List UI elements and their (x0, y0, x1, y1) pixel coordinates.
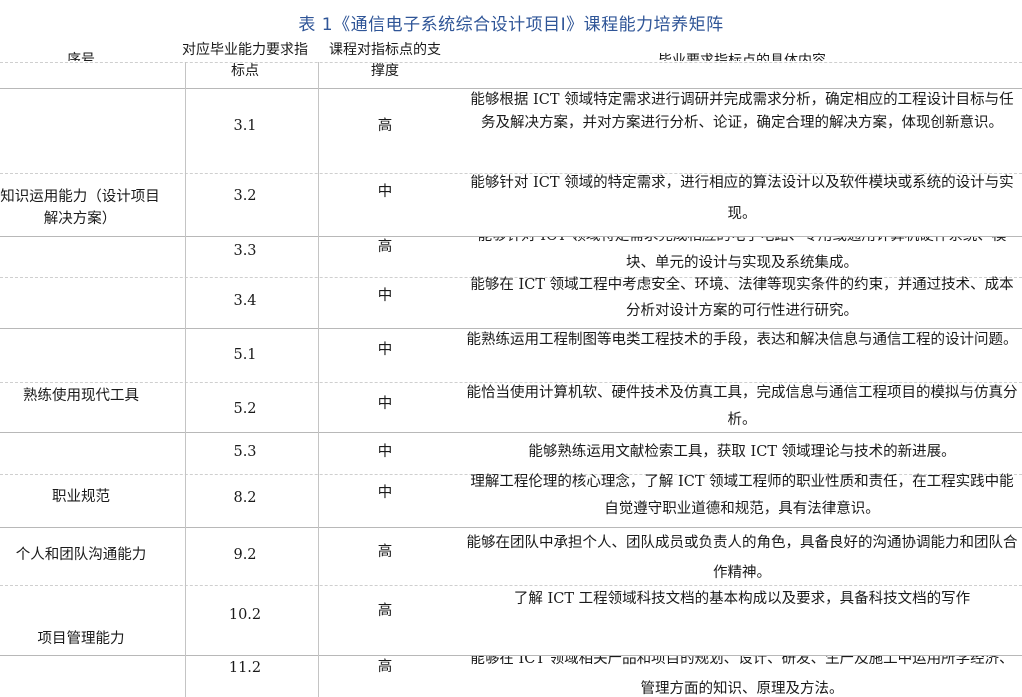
support-level: 中 (377, 184, 393, 200)
indicator-code: 3.1 (233, 118, 257, 134)
indicator-content: 能够熟练运用文献检索工具，获取 ICT 领域理论与技术的新进展。 (528, 444, 956, 460)
category-professional-norms: 职业规范 (52, 489, 110, 505)
support-level: 中 (377, 444, 393, 460)
category-modern-tools: 熟练使用现代工具 (23, 388, 139, 404)
indicator-code: 5.1 (233, 347, 257, 363)
indicator-code: 11.2 (228, 660, 262, 676)
header-index: 序号 (67, 52, 95, 61)
support-level: 高 (377, 118, 393, 134)
indicator-code: 9.2 (233, 547, 257, 563)
indicator-code: 5.2 (233, 401, 257, 417)
indicator-code: 3.2 (233, 188, 257, 204)
support-level: 中 (377, 288, 393, 304)
indicator-content: 能够在 ICT 领域相关产品和项目的规划、设计、研发、生产及施工中运用所学经济、… (470, 656, 1014, 697)
header-indicator: 对应毕业能力要求指标点 (182, 42, 308, 79)
category-knowledge: 知识运用能力（设计项目解决方案） (0, 189, 160, 227)
indicator-code: 5.3 (233, 444, 257, 460)
indicator-content: 能够针对 ICT 领域的特定需求，进行相应的算法设计以及软件模块或系统的设计与实… (470, 175, 1014, 222)
header-support: 课程对指标点的支撑度 (329, 42, 441, 79)
col-divider (185, 62, 186, 697)
col-divider (318, 62, 319, 697)
indicator-content: 了解 ICT 工程领域科技文档的基本构成以及要求，具备科技文档的写作 (513, 591, 971, 607)
support-level: 中 (377, 485, 393, 501)
support-level: 中 (377, 342, 393, 358)
support-level: 高 (377, 239, 393, 255)
indicator-code: 8.2 (233, 490, 257, 506)
table-title: 表 1《通信电子系统综合设计项目Ⅰ》课程能力培养矩阵 (298, 15, 724, 35)
indicator-content: 能恰当使用计算机软、硬件技术及仿真工具，完成信息与通信工程项目的模拟与仿真分析。 (466, 385, 1018, 428)
indicator-content: 能熟练运用工程制图等电类工程技术的手段，表达和解决信息与通信工程的设计问题。 (466, 332, 1018, 348)
indicator-content: 能够在团队中承担个人、团队成员或负责人的角色，具备良好的沟通协调能力和团队合作精… (466, 535, 1018, 581)
category-communication: 个人和团队沟通能力 (15, 547, 147, 563)
indicator-code: 3.3 (233, 243, 257, 259)
support-level: 高 (377, 544, 393, 560)
header-top-rule (0, 62, 1022, 63)
support-level: 高 (377, 659, 393, 675)
indicator-content: 能够根据 ICT 领域特定需求进行调研并完成需求分析，确定相应的工程设计目标与任… (470, 92, 1014, 131)
category-project-management: 项目管理能力 (37, 631, 125, 647)
indicator-code: 10.2 (228, 607, 262, 623)
header-content: 毕业要求指标点的具体内容 (658, 53, 826, 61)
indicator-content: 能够在 ICT 领域工程中考虑安全、环境、法律等现实条件的约束，并通过技术、成本… (470, 277, 1014, 319)
support-level: 中 (377, 396, 393, 412)
indicator-content: 理解工程伦理的核心理念，了解 ICT 领域工程师的职业性质和责任，在工程实践中能… (470, 474, 1014, 517)
indicator-content: 能够针对 ICT 领域特定需求完成相应的电子电路、专用或通用计算机硬件系统、模块… (478, 237, 1007, 271)
indicator-code: 3.4 (233, 293, 257, 309)
support-level: 高 (377, 603, 393, 619)
